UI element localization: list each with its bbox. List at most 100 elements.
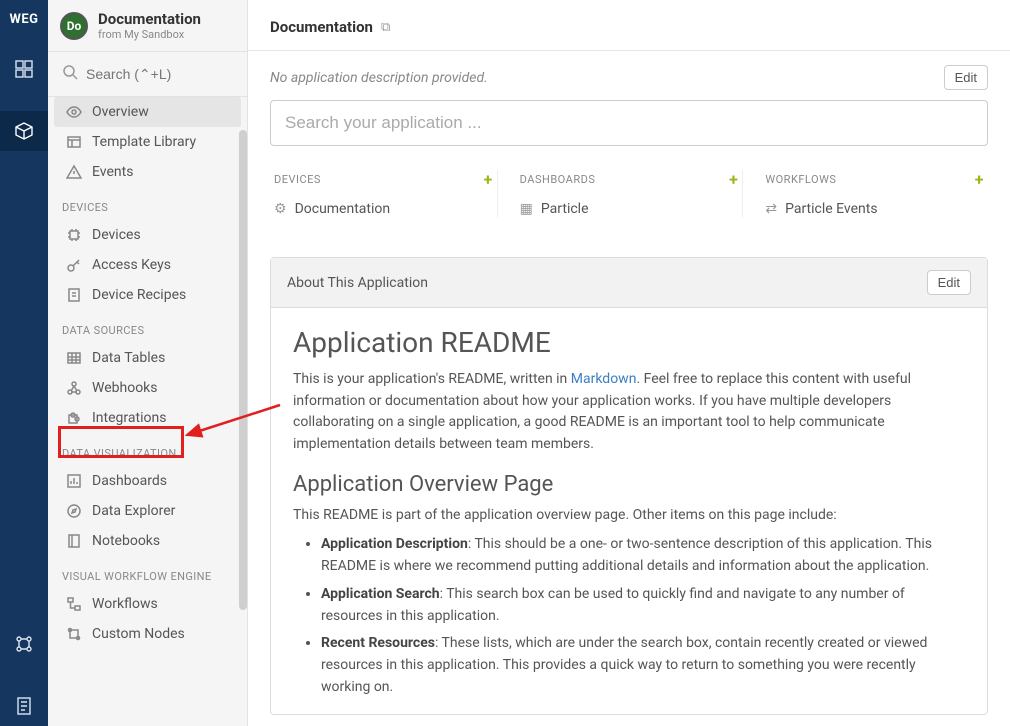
item-label: Particle [541, 201, 589, 217]
add-workflow-button[interactable]: + [975, 170, 984, 189]
copy-icon[interactable]: ⧉ [381, 20, 390, 35]
dashboards-column: DASHBOARDS + ▦ Particle [497, 170, 743, 217]
sidebar-item-label: Device Recipes [92, 287, 186, 303]
application-search-input[interactable] [270, 100, 988, 146]
table-icon [66, 350, 82, 366]
sidebar-item-access-keys[interactable]: Access Keys [48, 250, 247, 280]
app-title: Documentation [98, 10, 201, 28]
notebook-icon [66, 533, 82, 549]
sidebar-header: Do Documentation from My Sandbox [48, 0, 247, 52]
sidebar-item-label: Custom Nodes [92, 626, 185, 642]
edit-readme-button[interactable]: Edit [927, 270, 971, 295]
sidebar-item-label: Overview [92, 104, 149, 120]
sidebar-item-data-explorer[interactable]: Data Explorer [48, 496, 247, 526]
workflow-item[interactable]: ⇄ Particle Events [765, 201, 984, 217]
eye-icon [66, 104, 82, 120]
readme-h2: Application README [293, 326, 965, 359]
sidebar-item-custom-nodes[interactable]: Custom Nodes [48, 619, 247, 649]
markdown-link[interactable]: Markdown [571, 371, 637, 387]
column-heading: DEVICES [274, 173, 321, 186]
sidebar-item-label: Devices [92, 227, 141, 243]
sidebar-item-workflows[interactable]: Workflows [48, 589, 247, 619]
sidebar-item-label: Events [92, 164, 133, 180]
warning-icon [66, 164, 82, 180]
chart-icon [66, 473, 82, 489]
add-device-button[interactable]: + [483, 170, 492, 189]
template-icon [66, 134, 82, 150]
sidebar-item-label: Data Tables [92, 350, 165, 366]
sidebar-item-integrations[interactable]: Integrations [48, 403, 247, 433]
dashboard-icon[interactable] [0, 49, 48, 89]
avatar: Do [60, 12, 88, 40]
about-panel: About This Application Edit Application … [270, 257, 988, 715]
flow-icon: ⇄ [765, 201, 777, 217]
cpu-icon [66, 227, 82, 243]
workflows-column: WORKFLOWS + ⇄ Particle Events [742, 170, 988, 217]
add-dashboard-button[interactable]: + [729, 170, 738, 189]
list-item: Application Description: This should be … [321, 534, 965, 577]
search-input[interactable] [86, 66, 233, 82]
file-icon[interactable] [0, 686, 48, 726]
puzzle-icon [66, 410, 82, 426]
sidebar-item-label: Data Explorer [92, 503, 175, 519]
app-subtitle: from My Sandbox [98, 28, 201, 41]
sidebar-item-label: Workflows [92, 596, 158, 612]
column-heading: WORKFLOWS [765, 173, 836, 186]
sidebar-item-label: Webhooks [92, 380, 158, 396]
section-heading: VISUAL WORKFLOW ENGINE [48, 556, 247, 589]
section-heading: DATA VISUALIZATION [48, 433, 247, 466]
no-description: No application description provided. [270, 70, 488, 86]
sidebar-item-devices[interactable]: Devices [48, 220, 247, 250]
section-heading: DATA SOURCES [48, 310, 247, 343]
item-label: Documentation [295, 201, 391, 217]
sidebar-item-data-tables[interactable]: Data Tables [48, 343, 247, 373]
sidebar-item-dashboards[interactable]: Dashboards [48, 466, 247, 496]
panel-heading: About This Application [287, 275, 428, 291]
sidebar-item-overview[interactable]: Overview [54, 97, 241, 127]
network-icon[interactable] [0, 624, 48, 664]
chart-icon: ▦ [520, 201, 533, 217]
key-icon [66, 257, 82, 273]
device-item[interactable]: ⚙ Documentation [274, 201, 493, 217]
list-item: Recent Resources: These lists, which are… [321, 633, 965, 698]
compass-icon [66, 503, 82, 519]
node-icon [66, 626, 82, 642]
sidebar-item-label: Notebooks [92, 533, 160, 549]
sidebar-item-device-recipes[interactable]: Device Recipes [48, 280, 247, 310]
logo: WEG [9, 12, 38, 27]
recipe-icon [66, 287, 82, 303]
sidebar-item-notebooks[interactable]: Notebooks [48, 526, 247, 556]
scrollbar[interactable] [239, 130, 247, 610]
search-icon [62, 64, 78, 84]
sidebar-search[interactable] [48, 52, 247, 97]
item-label: Particle Events [785, 201, 878, 217]
sidebar-item-webhooks[interactable]: Webhooks [48, 373, 247, 403]
sidebar-item-label: Dashboards [92, 473, 167, 489]
cpu-icon: ⚙ [274, 201, 287, 217]
readme-p1: This is your application's README, writt… [293, 369, 965, 456]
readme-p2: This README is part of the application o… [293, 505, 965, 527]
webhook-icon [66, 380, 82, 396]
readme-bullets: Application Description: This should be … [293, 534, 965, 698]
sidebar-item-template-library[interactable]: Template Library [48, 127, 247, 157]
sidebar-item-label: Integrations [92, 410, 166, 426]
edit-description-button[interactable]: Edit [944, 65, 988, 90]
sidebar-item-label: Access Keys [92, 257, 171, 273]
sidebar-item-events[interactable]: Events [48, 157, 247, 187]
readme-h3: Application Overview Page [293, 472, 965, 497]
section-heading: DEVICES [48, 187, 247, 220]
main-body: No application description provided. Edi… [248, 51, 1010, 726]
box-icon[interactable] [0, 111, 48, 151]
sidebar: Do Documentation from My Sandbox Overvie… [48, 0, 248, 726]
column-heading: DASHBOARDS [520, 173, 596, 186]
sidebar-scroll: Overview Template Library Events DEVICES… [48, 97, 247, 726]
sidebar-item-label: Template Library [92, 134, 196, 150]
dashboard-item[interactable]: ▦ Particle [520, 201, 739, 217]
main-content: Documentation ⧉ No application descripti… [248, 0, 1010, 726]
page-title: Documentation [270, 18, 373, 36]
list-item: Application Search: This search box can … [321, 584, 965, 627]
icon-rail: WEG [0, 0, 48, 726]
flow-icon [66, 596, 82, 612]
devices-column: DEVICES + ⚙ Documentation [270, 170, 497, 217]
main-header: Documentation ⧉ [248, 0, 1010, 51]
